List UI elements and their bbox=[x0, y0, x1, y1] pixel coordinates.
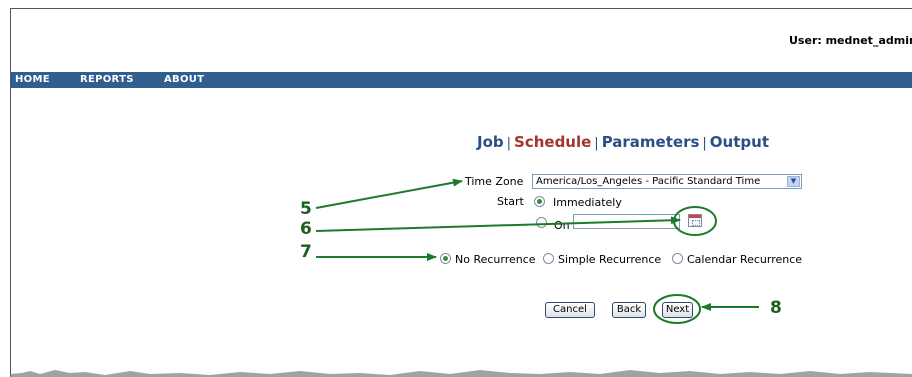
wizard-steps: Job | Schedule | Parameters | Output bbox=[477, 133, 769, 151]
step-schedule: Schedule bbox=[514, 133, 592, 151]
no-recurrence-radio[interactable] bbox=[440, 253, 451, 264]
calendar-recurrence-radio[interactable] bbox=[672, 253, 683, 264]
annotation-number-8: 8 bbox=[770, 298, 782, 318]
nav-reports[interactable]: REPORTS bbox=[80, 74, 134, 85]
start-on-radio[interactable] bbox=[536, 217, 547, 228]
start-label: Start bbox=[497, 195, 524, 208]
next-button[interactable]: Next bbox=[662, 302, 693, 318]
step-job[interactable]: Job bbox=[477, 133, 504, 151]
start-on-label: On bbox=[554, 219, 570, 232]
annotation-number-7: 7 bbox=[300, 242, 312, 262]
start-immediately-label: Immediately bbox=[553, 196, 622, 209]
nav-about[interactable]: ABOUT bbox=[164, 74, 204, 85]
step-separator: | bbox=[506, 136, 512, 151]
time-zone-value: America/Los_Angeles - Pacific Standard T… bbox=[536, 176, 761, 187]
time-zone-select[interactable]: America/Los_Angeles - Pacific Standard T… bbox=[532, 174, 802, 189]
step-output[interactable]: Output bbox=[710, 133, 769, 151]
step-parameters[interactable]: Parameters bbox=[602, 133, 700, 151]
torn-edge-decoration bbox=[10, 370, 912, 377]
simple-recurrence-label: Simple Recurrence bbox=[558, 253, 662, 266]
no-recurrence-label: No Recurrence bbox=[455, 253, 536, 266]
time-zone-label: Time Zone bbox=[465, 175, 524, 188]
window-frame bbox=[10, 8, 912, 377]
chevron-down-icon[interactable]: ▼ bbox=[787, 176, 800, 187]
start-immediately-radio[interactable] bbox=[534, 196, 545, 207]
top-nav-bar: HOME REPORTS ABOUT bbox=[10, 72, 912, 88]
calendar-icon[interactable] bbox=[688, 214, 702, 227]
nav-home[interactable]: HOME bbox=[15, 74, 50, 85]
back-button[interactable]: Back bbox=[612, 302, 646, 318]
cancel-button[interactable]: Cancel bbox=[545, 302, 595, 318]
step-separator: | bbox=[594, 136, 599, 151]
simple-recurrence-radio[interactable] bbox=[543, 253, 554, 264]
user-label: User: mednet_admin bbox=[789, 34, 912, 47]
start-date-input[interactable] bbox=[573, 214, 680, 229]
annotation-number-5: 5 bbox=[300, 199, 312, 219]
step-separator: | bbox=[702, 136, 707, 151]
annotation-number-6: 6 bbox=[300, 219, 312, 239]
calendar-recurrence-label: Calendar Recurrence bbox=[687, 253, 803, 266]
